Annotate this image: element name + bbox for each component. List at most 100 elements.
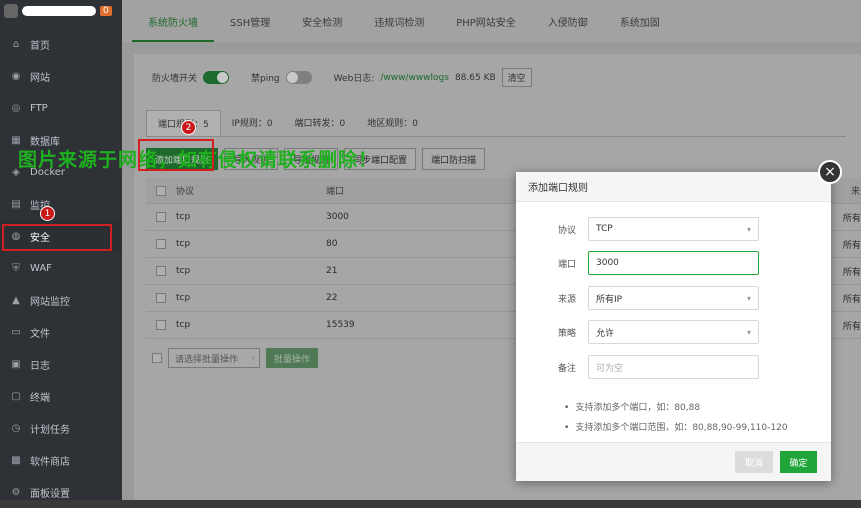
- remark-label: 备注: [557, 363, 576, 374]
- security-tabs: 系统防火墙 SSH管理 安全检测 违规词检测 PHP网站安全 入侵防御 系统加固: [122, 0, 861, 42]
- sidebar-item-label: 终端: [30, 392, 50, 404]
- cell-protocol: tcp: [176, 266, 191, 276]
- row-checkbox[interactable]: [156, 320, 166, 330]
- weblog-size: 88.65 KB: [454, 72, 496, 83]
- protocol-select[interactable]: TCP ▾: [588, 217, 759, 241]
- policy-select[interactable]: 允许 ▾: [588, 320, 759, 344]
- sidebar-item-app-store[interactable]: ▩ 软件商店: [0, 444, 122, 476]
- port-anti-scan-button[interactable]: 端口防扫描: [422, 148, 486, 170]
- step-badge-1: 1: [40, 206, 55, 221]
- panel-settings-icon: ⚙: [11, 486, 21, 498]
- step-badge-2: 2: [181, 120, 196, 135]
- policy-value: 允许: [596, 328, 615, 339]
- source-value: 所有IP: [596, 294, 623, 305]
- header-protocol: 协议: [176, 187, 195, 197]
- select-all-checkbox[interactable]: [156, 185, 166, 196]
- sidebar-item-home[interactable]: ⌂ 首页: [0, 28, 122, 60]
- files-icon: ▭: [11, 326, 21, 338]
- dialog-footer: 取消 确定: [516, 442, 831, 481]
- subtab-region-rules[interactable]: 地区规则：0: [356, 110, 429, 136]
- sidebar-item-label: 日志: [30, 360, 50, 372]
- cell-protocol: tcp: [176, 239, 191, 249]
- row-checkbox[interactable]: [156, 212, 166, 222]
- dialog-tips: 支持添加多个端口，如：80,88 支持添加多个端口范围，如：80,88,90-9…: [564, 398, 788, 438]
- sidebar-item-terminal[interactable]: ▢ 终端: [0, 380, 122, 412]
- tab-intrusion-prevention[interactable]: 入侵防御: [532, 14, 604, 42]
- highlight-box-add-rule: [138, 139, 214, 171]
- tab-violation-words[interactable]: 违规词检测: [358, 14, 440, 42]
- port-input[interactable]: 3000: [588, 251, 759, 275]
- home-icon: ⌂: [12, 38, 20, 50]
- batch-select[interactable]: 请选择批量操作 ▾: [168, 348, 260, 368]
- confirm-button[interactable]: 确定: [780, 451, 817, 473]
- sidebar-item-ftp[interactable]: ◎ FTP: [0, 92, 122, 124]
- policy-label: 策略: [557, 328, 576, 339]
- chevron-down-icon: ▾: [250, 353, 255, 363]
- tab-system-hardening[interactable]: 系统加固: [604, 14, 676, 42]
- cell-protocol: tcp: [176, 212, 191, 222]
- source-select[interactable]: 所有IP ▾: [588, 286, 759, 310]
- chevron-down-icon: ▾: [746, 224, 751, 234]
- sidebar-item-files[interactable]: ▭ 文件: [0, 316, 122, 348]
- sidebar-item-logs[interactable]: ▣ 日志: [0, 348, 122, 380]
- highlight-box-security: [2, 224, 112, 251]
- ping-label: 禁ping: [251, 74, 280, 84]
- firewall-settings: 防火墙开关 禁ping Web日志: /www/wwwlogs 88.65 KB…: [152, 68, 532, 87]
- add-port-rule-dialog: 添加端口规则 协议 TCP ▾ 端口 3000 来源 所有IP ▾ 策略 允许 …: [516, 172, 831, 481]
- sidebar-item-site-monitor[interactable]: ▲ 网站监控: [0, 284, 122, 316]
- port-row: 端口 3000: [516, 251, 831, 275]
- row-checkbox[interactable]: [156, 266, 166, 276]
- remark-row: 备注 可为空: [516, 355, 831, 379]
- sidebar-item-label: 网站监控: [30, 296, 70, 308]
- weblog-path-link[interactable]: /www/wwwlogs: [380, 73, 449, 83]
- ftp-icon: ◎: [11, 102, 21, 114]
- tip-item: 支持添加多个端口范围，如：80,88,90-99,110-120: [564, 418, 787, 438]
- sidebar-item-label: 文件: [30, 328, 50, 340]
- tip-item: 支持添加多个端口，如：80,88: [564, 398, 788, 418]
- panel-logo-icon: [4, 4, 18, 18]
- notification-count[interactable]: 0: [100, 6, 112, 16]
- policy-row: 策略 允许 ▾: [516, 320, 831, 344]
- cron-icon: ◷: [11, 422, 21, 434]
- firewall-switch-label: 防火墙开关: [152, 74, 198, 84]
- sidebar-item-cron[interactable]: ◷ 计划任务: [0, 412, 122, 444]
- remark-input[interactable]: 可为空: [588, 355, 759, 379]
- site-monitor-icon: ▲: [12, 294, 20, 306]
- monitor-icon: ▤: [11, 198, 21, 210]
- waf-icon: ⛨: [12, 262, 20, 274]
- sidebar-item-label: 网站: [30, 72, 50, 84]
- sidebar-item-monitor[interactable]: ▤ 监控: [0, 188, 122, 220]
- app-store-icon: ▩: [11, 454, 21, 466]
- close-icon[interactable]: ×: [818, 160, 842, 184]
- sidebar-item-panel-settings[interactable]: ⚙ 面板设置: [0, 476, 122, 508]
- batch-checkbox[interactable]: [152, 353, 162, 363]
- logs-icon: ▣: [11, 358, 21, 370]
- tab-php-security[interactable]: PHP网站安全: [440, 14, 532, 42]
- sidebar-item-sites[interactable]: ◉ 网站: [0, 60, 122, 92]
- batch-action-button[interactable]: 批量操作: [266, 348, 319, 368]
- sidebar-item-waf[interactable]: ⛨ WAF: [0, 252, 122, 284]
- cell-protocol: tcp: [176, 320, 191, 330]
- subtab-ip-rules[interactable]: IP规则：0: [221, 110, 284, 136]
- sidebar-header: 0: [0, 0, 122, 22]
- row-checkbox[interactable]: [156, 293, 166, 303]
- tab-security-check[interactable]: 安全检测: [286, 14, 358, 42]
- clear-log-button[interactable]: 清空: [501, 68, 532, 87]
- subtab-port-forward[interactable]: 端口转发：0: [284, 110, 357, 136]
- terminal-icon: ▢: [11, 390, 21, 402]
- protocol-value: TCP: [596, 224, 613, 234]
- batch-actions: 请选择批量操作 ▾ 批量操作: [152, 348, 319, 368]
- tab-ssh[interactable]: SSH管理: [214, 14, 286, 42]
- weblog-label: Web日志:: [333, 74, 375, 84]
- server-name-redacted: [22, 6, 96, 16]
- cancel-button[interactable]: 取消: [735, 451, 773, 473]
- protocol-row: 协议 TCP ▾: [516, 217, 831, 241]
- sidebar-item-label: 软件商店: [30, 456, 70, 468]
- ping-toggle[interactable]: [285, 71, 312, 84]
- cell-protocol: tcp: [176, 293, 191, 303]
- tab-system-firewall[interactable]: 系统防火墙: [132, 14, 214, 42]
- chevron-down-icon: ▾: [746, 293, 751, 303]
- database-icon: ▦: [11, 134, 21, 146]
- row-checkbox[interactable]: [156, 239, 166, 249]
- firewall-toggle[interactable]: [203, 71, 230, 84]
